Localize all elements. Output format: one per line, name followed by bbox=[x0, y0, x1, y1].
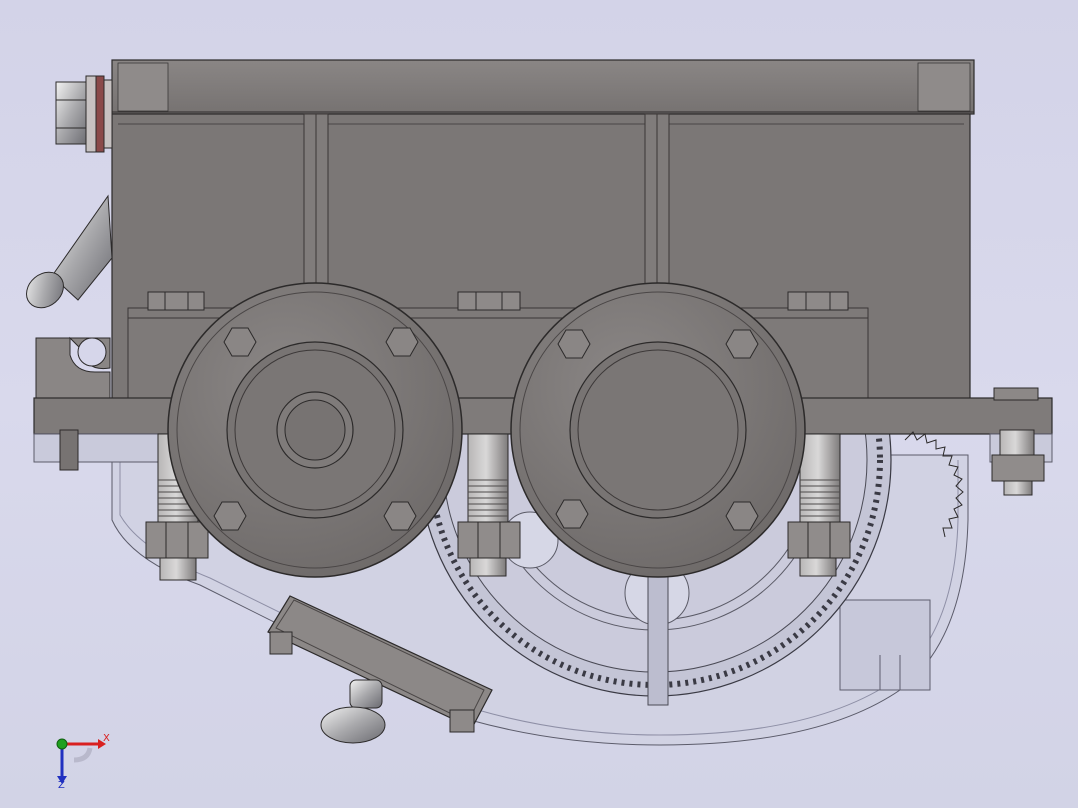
coordinate-triad bbox=[56, 738, 106, 784]
flange-left-transparent bbox=[33, 433, 163, 463]
bearing-cap-left[interactable] bbox=[167, 282, 463, 578]
breather-plug[interactable] bbox=[320, 679, 386, 744]
oil-plug-top[interactable] bbox=[55, 75, 113, 153]
bearing-cap-right[interactable] bbox=[510, 282, 806, 578]
origin-sphere-icon bbox=[56, 738, 68, 750]
side-cover bbox=[839, 599, 931, 691]
lifting-hook bbox=[35, 336, 111, 401]
top-cover[interactable] bbox=[111, 59, 975, 115]
x-axis-label: X bbox=[103, 733, 110, 744]
oil-dipstick[interactable] bbox=[19, 194, 113, 315]
graphics-viewport[interactable]: X Z bbox=[0, 0, 1078, 808]
gearbox-model[interactable] bbox=[0, 0, 1078, 808]
z-axis-label: Z bbox=[58, 780, 65, 791]
